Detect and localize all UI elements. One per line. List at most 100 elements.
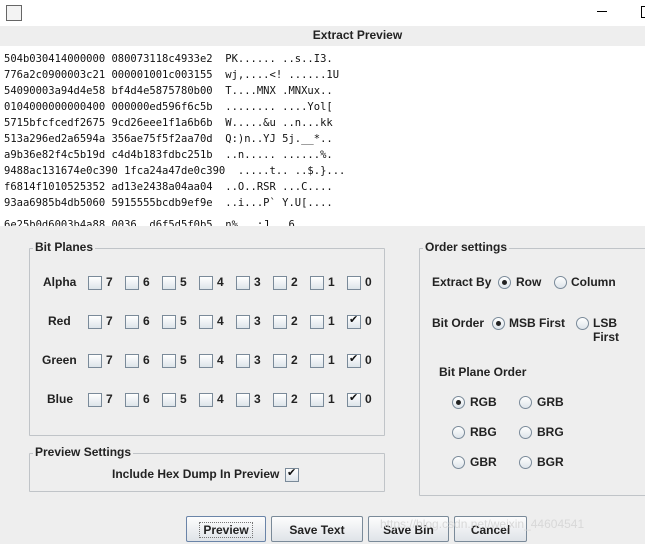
green-bit-0-label: 0 (365, 353, 372, 367)
green-bit-3-label: 3 (254, 353, 261, 367)
alpha-bit-7-checkbox[interactable] (88, 276, 102, 290)
channel-label-red: Red (48, 314, 71, 328)
alpha-bit-6-checkbox[interactable] (125, 276, 139, 290)
red-bit-0-checkbox[interactable] (347, 313, 361, 329)
minimize-icon[interactable] (597, 11, 607, 12)
red-bit-1-label: 1 (328, 314, 335, 328)
window-title-bar (0, 0, 645, 26)
green-bit-2-checkbox[interactable] (273, 354, 287, 368)
red-bit-6-checkbox[interactable] (125, 315, 139, 329)
hex-dump-checkbox[interactable] (285, 466, 299, 482)
blue-bit-5-label: 5 (180, 392, 187, 406)
preview-row: a9b36e82f4c5b19d c4d4b183fdbc251b ..n...… (4, 149, 333, 161)
channel-label-alpha: Alpha (43, 275, 77, 289)
green-bit-5-checkbox[interactable] (162, 354, 176, 368)
blue-bit-5-checkbox[interactable] (162, 393, 176, 407)
save-text-button[interactable]: Save Text (271, 516, 363, 542)
preview-text-area[interactable]: 504b030414000000 080073118c4933e2 PK....… (0, 46, 645, 226)
preview-row: 504b030414000000 080073118c4933e2 PK....… (4, 53, 333, 65)
plane-order-rbg-label: RBG (470, 425, 497, 439)
green-bit-4-label: 4 (217, 353, 224, 367)
blue-bit-7-checkbox[interactable] (88, 393, 102, 407)
alpha-bit-2-checkbox[interactable] (273, 276, 287, 290)
green-bit-2-label: 2 (291, 353, 298, 367)
alpha-bit-7-label: 7 (106, 275, 113, 289)
alpha-bit-5-checkbox[interactable] (162, 276, 176, 290)
order-settings-title: Order settings (423, 240, 510, 254)
preview-row: 93aa6985b4db5060 5915555bcdb9ef9e ..i...… (4, 197, 333, 209)
blue-bit-3-label: 3 (254, 392, 261, 406)
plane-order-rgb-radio[interactable] (452, 396, 465, 409)
preview-settings-title: Preview Settings (33, 445, 134, 459)
extract-by-column-label: Column (571, 275, 616, 289)
alpha-bit-5-label: 5 (180, 275, 187, 289)
blue-bit-2-label: 2 (291, 392, 298, 406)
plane-order-bgr-radio[interactable] (519, 456, 532, 469)
blue-bit-1-label: 1 (328, 392, 335, 406)
green-bit-7-checkbox[interactable] (88, 354, 102, 368)
green-bit-1-checkbox[interactable] (310, 354, 324, 368)
blue-bit-4-checkbox[interactable] (199, 393, 213, 407)
preview-row: 0104000000000400 000000ed596f6c5b ......… (4, 101, 333, 113)
channel-label-blue: Blue (47, 392, 74, 406)
alpha-bit-3-checkbox[interactable] (236, 276, 250, 290)
blue-bit-0-label: 0 (365, 392, 372, 406)
extract-by-label: Extract By (432, 275, 492, 289)
green-bit-0-checkbox[interactable] (347, 352, 361, 368)
extract-by-row-radio[interactable] (498, 276, 511, 289)
green-bit-3-checkbox[interactable] (236, 354, 250, 368)
extract-by-column-radio[interactable] (554, 276, 567, 289)
preview-button[interactable]: Preview (186, 516, 266, 542)
red-bit-4-label: 4 (217, 314, 224, 328)
blue-bit-0-checkbox[interactable] (347, 391, 361, 407)
red-bit-7-checkbox[interactable] (88, 315, 102, 329)
green-bit-6-checkbox[interactable] (125, 354, 139, 368)
red-bit-0-label: 0 (365, 314, 372, 328)
plane-order-grb-radio[interactable] (519, 396, 532, 409)
red-bit-5-label: 5 (180, 314, 187, 328)
bit-plane-order-label: Bit Plane Order (439, 365, 527, 379)
red-bit-7-label: 7 (106, 314, 113, 328)
app-icon (6, 5, 22, 21)
blue-bit-3-checkbox[interactable] (236, 393, 250, 407)
blue-bit-2-checkbox[interactable] (273, 393, 287, 407)
preview-button-label: Preview (199, 522, 253, 538)
alpha-bit-1-checkbox[interactable] (310, 276, 324, 290)
red-bit-1-checkbox[interactable] (310, 315, 324, 329)
green-bit-6-label: 6 (143, 353, 150, 367)
alpha-bit-0-checkbox[interactable] (347, 276, 361, 290)
green-bit-1-label: 1 (328, 353, 335, 367)
preview-row: 513a296ed2a6594a 356ae75f5f2aa70d Q:)n..… (4, 133, 333, 145)
extract-by-row-label: Row (516, 275, 542, 289)
alpha-bit-0-label: 0 (365, 275, 372, 289)
blue-bit-1-checkbox[interactable] (310, 393, 324, 407)
alpha-bit-2-label: 2 (291, 275, 298, 289)
plane-order-brg-radio[interactable] (519, 426, 532, 439)
save-text-button-label: Save Text (289, 523, 345, 537)
preview-row: 9488ac131674e0c390 1fca24a47de0c390 ....… (4, 165, 346, 177)
bit-order-lsb-label: LSB First (593, 316, 620, 344)
red-bit-3-label: 3 (254, 314, 261, 328)
red-bit-5-checkbox[interactable] (162, 315, 176, 329)
bit-order-msb-radio[interactable] (492, 317, 505, 330)
plane-order-gbr-label: GBR (470, 455, 497, 469)
bit-order-msb-label: MSB First (509, 316, 566, 330)
red-bit-2-checkbox[interactable] (273, 315, 287, 329)
hex-dump-label: Include Hex Dump In Preview (112, 467, 280, 481)
green-bit-4-checkbox[interactable] (199, 354, 213, 368)
bit-order-lsb-radio[interactable] (576, 317, 589, 330)
plane-order-brg-label: BRG (537, 425, 564, 439)
plane-order-gbr-radio[interactable] (452, 456, 465, 469)
preview-row: f6814f1010525352 ad13e2438a04aa04 ..O..R… (4, 181, 333, 193)
preview-row: 54090003a94d4e58 bf4d4e5875780b00 T....M… (4, 85, 333, 97)
preview-row: 6e25b0d6003b4a88 0036..d6f5d5f0b5 n%...;… (4, 219, 333, 226)
maximize-icon[interactable] (641, 6, 645, 18)
blue-bit-6-checkbox[interactable] (125, 393, 139, 407)
red-bit-3-checkbox[interactable] (236, 315, 250, 329)
plane-order-rbg-radio[interactable] (452, 426, 465, 439)
alpha-bit-4-checkbox[interactable] (199, 276, 213, 290)
green-bit-7-label: 7 (106, 353, 113, 367)
plane-order-bgr-label: BGR (537, 455, 564, 469)
alpha-bit-4-label: 4 (217, 275, 224, 289)
red-bit-4-checkbox[interactable] (199, 315, 213, 329)
